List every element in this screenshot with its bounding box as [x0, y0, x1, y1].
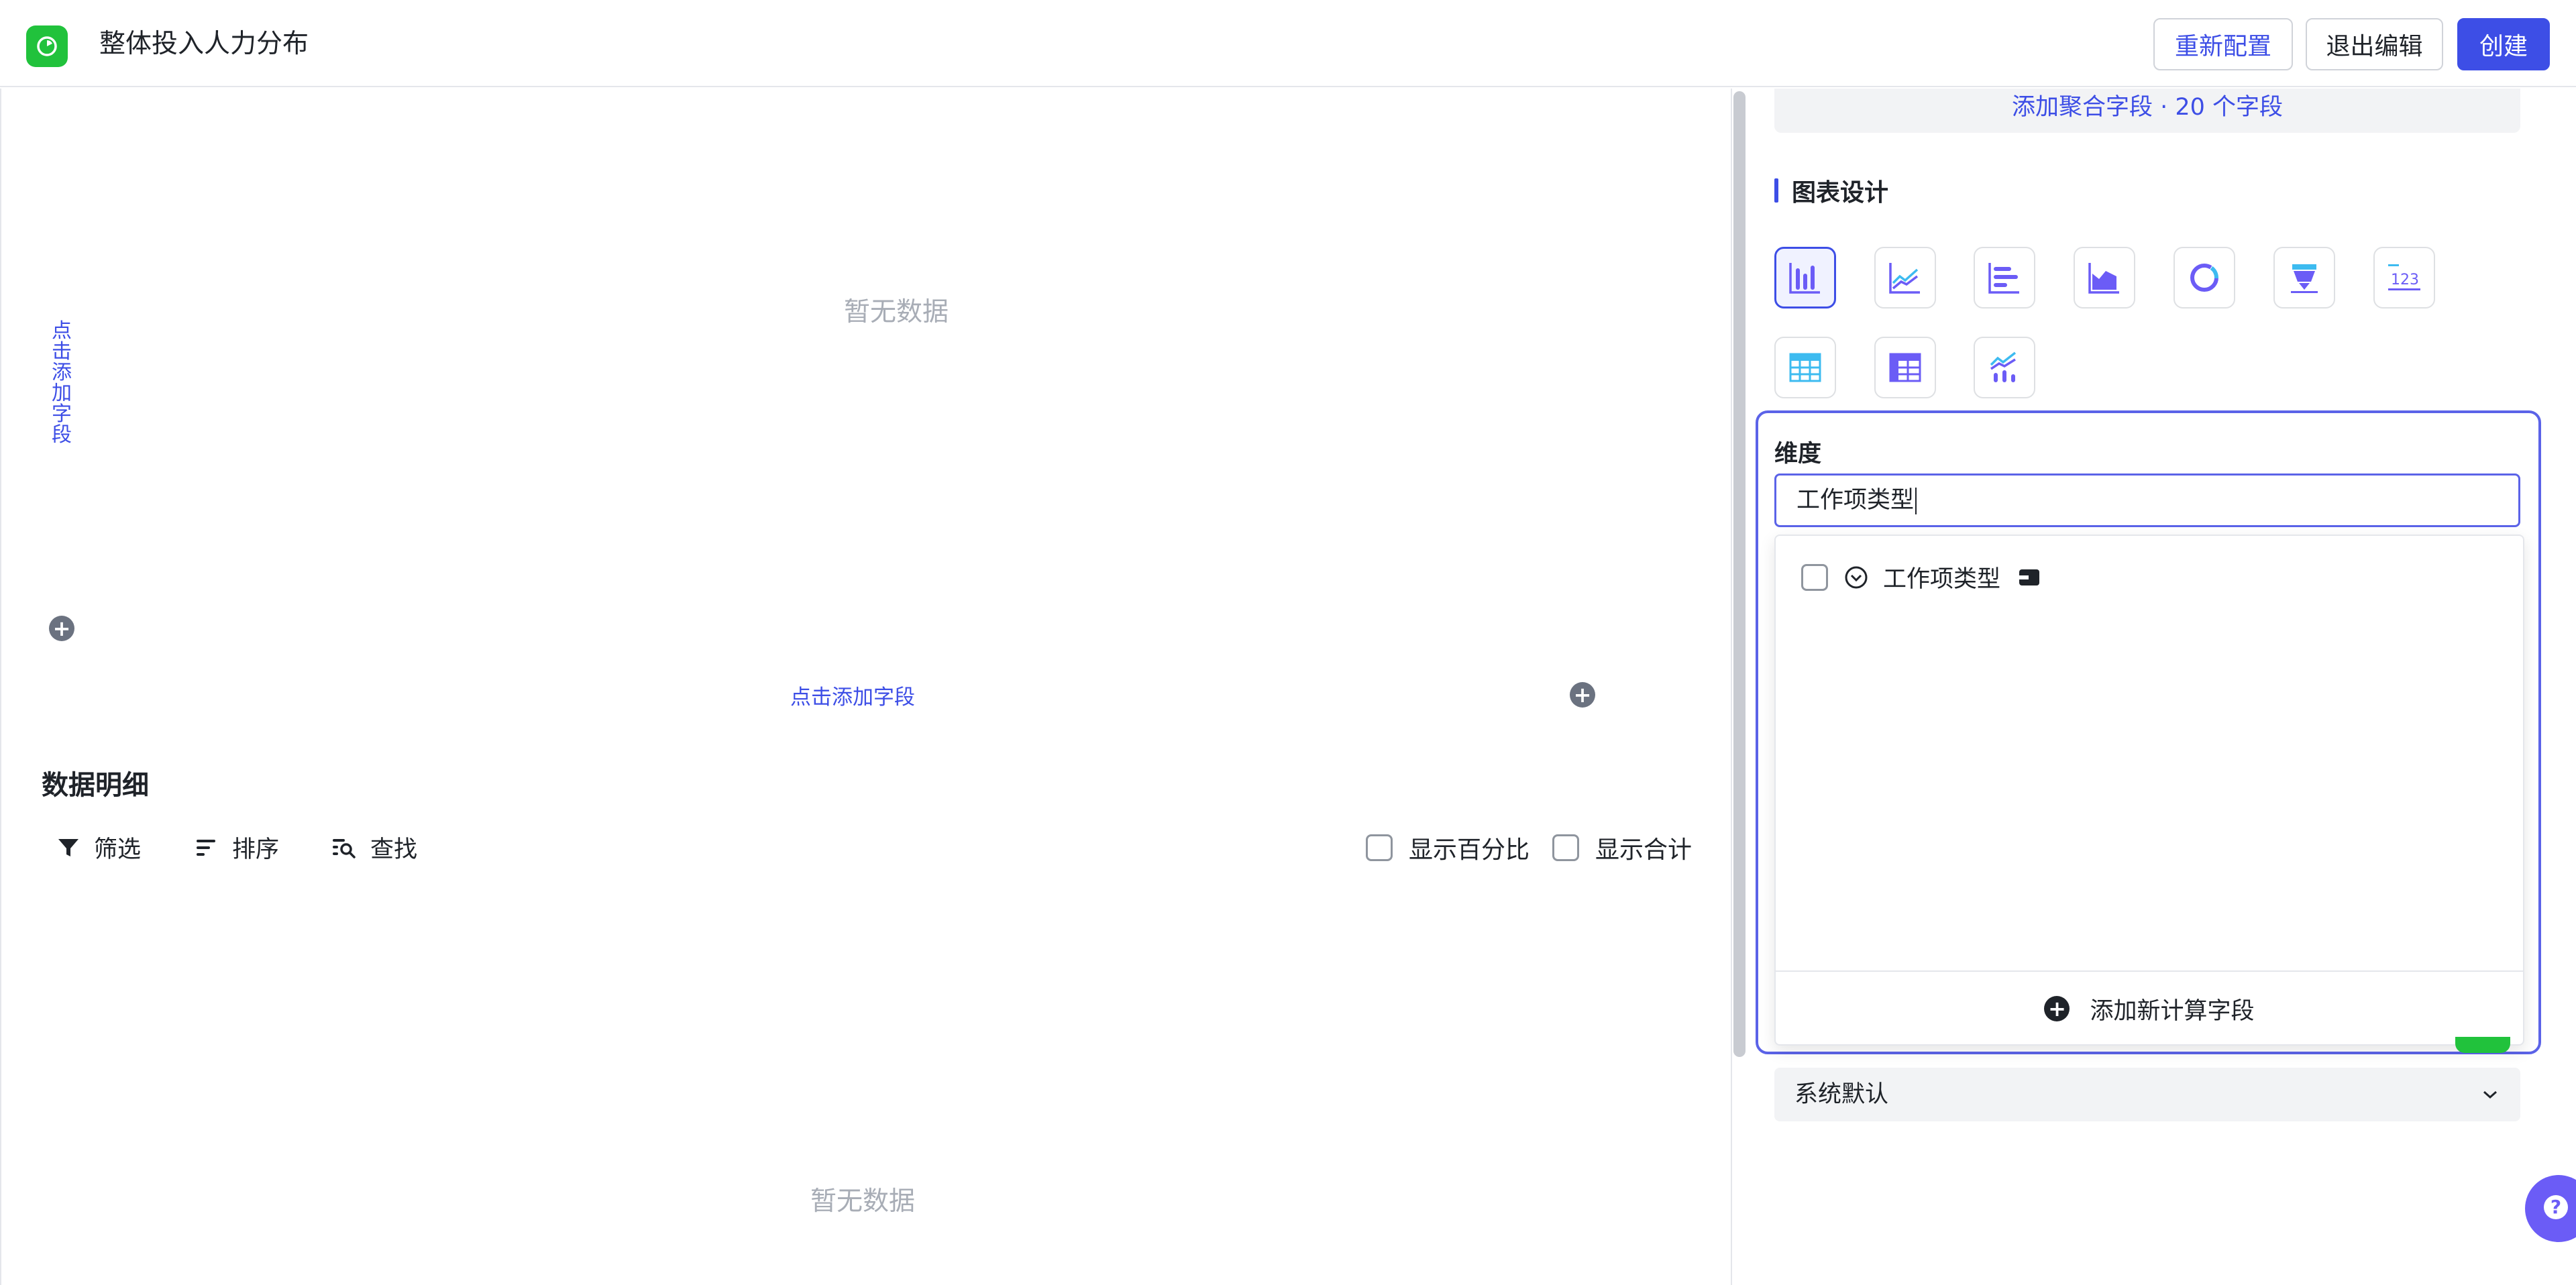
show-total-toggle[interactable]: 显示合计 [1552, 830, 1692, 865]
help-icon: ? [2544, 1195, 2568, 1219]
chart-type-line[interactable] [1874, 247, 1936, 309]
bar-chart-icon [1789, 263, 1820, 294]
find-button[interactable]: 查找 [331, 830, 417, 864]
chart-type-number-card[interactable]: 123 [2373, 247, 2435, 309]
table-icon [1789, 353, 1821, 382]
chevron-down-icon [2483, 1091, 2497, 1099]
filter-button[interactable]: 筛选 [56, 830, 141, 864]
system-default-value: 系统默认 [1794, 1081, 1889, 1108]
show-total-label: 显示合计 [1595, 836, 1693, 864]
page-title: 整体投入人力分布 [99, 29, 309, 59]
list-item[interactable]: 工作项类型 [1801, 560, 2055, 594]
show-percent-toggle[interactable]: 显示百分比 [1366, 830, 1529, 865]
sort-button[interactable]: 排序 [195, 830, 279, 864]
filter-label: 筛选 [94, 836, 142, 863]
dimension-search-value: 工作项类型 [1796, 487, 1915, 514]
filter-icon [58, 838, 78, 856]
chart-type-table[interactable] [1774, 337, 1836, 398]
chart-type-horizontal-bar[interactable] [1974, 247, 2035, 309]
chart-type-pivot-table[interactable] [1874, 337, 1936, 398]
show-percent-label: 显示百分比 [1409, 836, 1530, 864]
svg-text:123: 123 [2391, 272, 2419, 288]
panel-divider [1731, 89, 1732, 1285]
horizontal-bar-icon [1988, 263, 2019, 294]
option-checkbox[interactable] [1801, 563, 1828, 591]
field-tag-icon [2019, 569, 2040, 585]
data-detail-title: 数据明细 [42, 770, 149, 801]
area-chart-icon [2088, 263, 2119, 294]
x-axis-add-field[interactable]: 点击添加字段 [790, 680, 915, 710]
add-y-field-icon[interactable]: + [49, 616, 74, 641]
chart-type-donut[interactable] [2174, 247, 2235, 309]
chart-design-title: 图表设计 [1774, 174, 1888, 207]
find-icon [333, 838, 356, 858]
chart-type-area[interactable] [2074, 247, 2135, 309]
pivot-table-icon [1889, 353, 1921, 382]
combo-chart-icon [1990, 351, 2017, 382]
funnel-icon [2291, 264, 2318, 293]
add-calculated-field-label: 添加新计算字段 [2090, 997, 2255, 1025]
dimension-search-input[interactable]: 工作项类型 [1774, 473, 2520, 527]
empty-state-table: 暂无数据 [810, 1186, 916, 1217]
top-bar: 整体投入人力分布 重新配置 退出编辑 创建 [0, 0, 2576, 87]
donut-chart-icon [2190, 264, 2218, 292]
add-aggregate-field-button[interactable]: 添加聚合字段 · 20 个字段 [1774, 89, 2520, 133]
add-x-field-icon[interactable]: + [1570, 682, 1595, 708]
text-caret [1915, 488, 1917, 514]
chart-type-funnel[interactable] [2273, 247, 2335, 309]
dimension-dropdown: 工作项类型 + 添加新计算字段 [1774, 535, 2524, 1046]
reconfigure-button[interactable]: 重新配置 [2153, 18, 2293, 70]
add-calculated-field-button[interactable]: + 添加新计算字段 [1776, 970, 2523, 1046]
left-scrollbar[interactable] [1733, 91, 1746, 1057]
chart-type-bar[interactable] [1774, 247, 1836, 309]
system-default-select[interactable]: 系统默认 [1774, 1068, 2520, 1121]
app-logo-icon [26, 25, 68, 67]
show-percent-checkbox[interactable] [1366, 834, 1393, 861]
line-chart-icon [1889, 263, 1920, 294]
sort-label: 排序 [232, 836, 280, 863]
help-button[interactable]: ? [2525, 1175, 2576, 1242]
chart-design-title-text: 图表设计 [1792, 179, 1889, 207]
sort-icon [197, 839, 215, 856]
plus-circle-icon: + [2044, 996, 2070, 1021]
chart-type-combo[interactable] [1974, 337, 2035, 398]
find-label: 查找 [370, 836, 418, 863]
show-total-checkbox[interactable] [1552, 834, 1579, 861]
y-axis-add-field[interactable]: 点击添加字段 [50, 321, 74, 445]
select-field-icon [1845, 566, 1868, 588]
empty-state-chart: 暂无数据 [844, 297, 949, 327]
dimension-label: 维度 [1774, 441, 1822, 467]
exit-edit-button[interactable]: 退出编辑 [2306, 18, 2443, 70]
number-card-icon: 123 [2388, 264, 2420, 290]
create-button[interactable]: 创建 [2457, 18, 2550, 70]
option-label: 工作项类型 [1883, 566, 2001, 593]
toggle-switch[interactable] [2455, 1037, 2510, 1053]
